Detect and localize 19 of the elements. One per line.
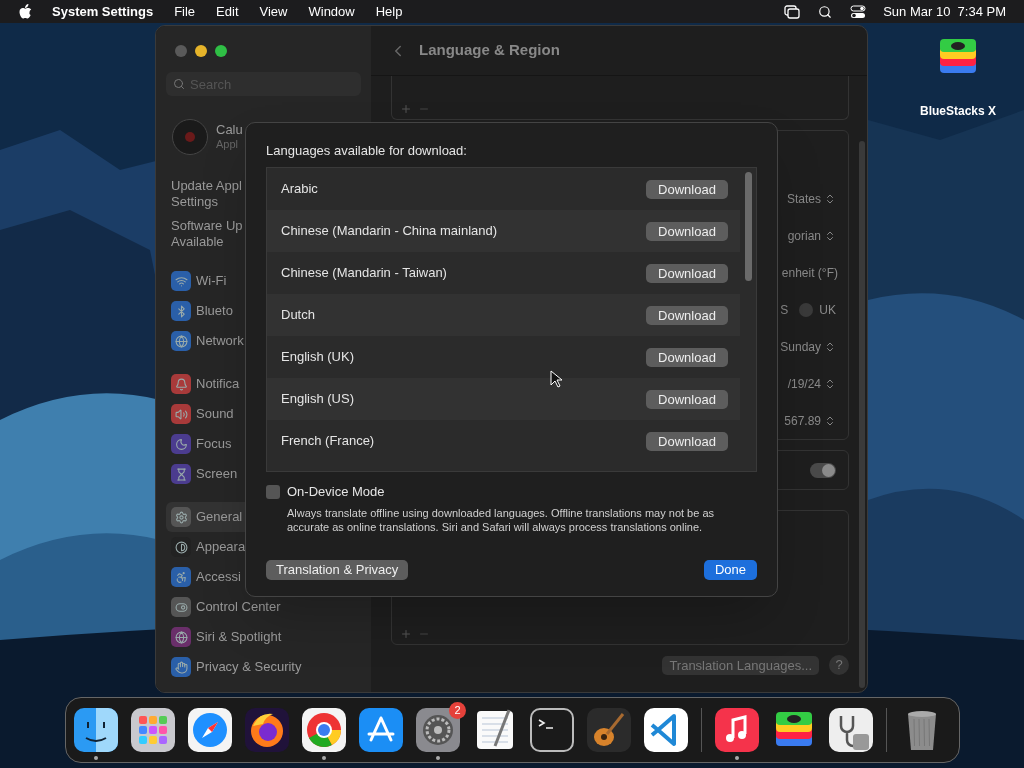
- language-name: English (US): [281, 390, 354, 409]
- language-name: Arabic: [281, 180, 318, 199]
- setting-value: Sunday: [780, 338, 821, 356]
- setting-value: S: [780, 301, 789, 319]
- option-description: Always translate offline using downloaded languages. Offline translations may not be as accurate as online translations. Siri and Safari will always process translations online.: [287, 505, 716, 534]
- setting-value: enheit (°F): [781, 264, 838, 282]
- language-name: English (UK): [281, 348, 354, 367]
- sheet-heading: Languages available for download:: [266, 143, 468, 159]
- language-name: French (France): [281, 432, 375, 451]
- window-title: Language & Region: [419, 40, 560, 61]
- setting-value: gorian: [787, 227, 821, 245]
- language-name: Dutch: [281, 306, 315, 325]
- notification-badge: 2: [449, 702, 466, 719]
- setting-value: /19/24: [787, 375, 821, 393]
- setting-value: States: [786, 190, 821, 208]
- setting-value: 567.89: [784, 412, 821, 430]
- account-subtitle: Appl: [216, 137, 240, 152]
- language-name: Chinese (Mandarin - China mainland): [281, 222, 498, 241]
- language-name: Chinese (Mandarin - Taiwan): [281, 264, 447, 283]
